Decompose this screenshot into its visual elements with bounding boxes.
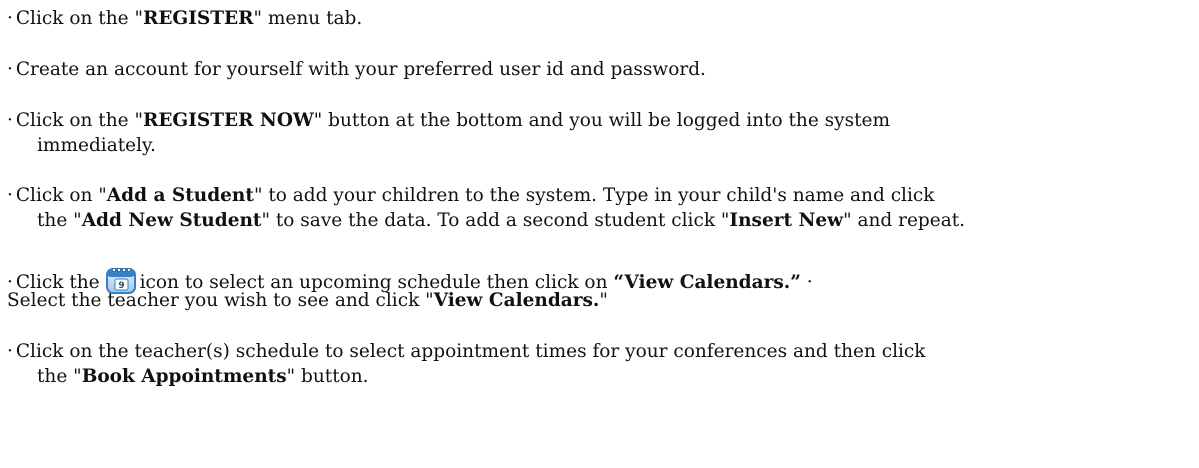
instructions-document: · Click on the "REGISTER" menu tab. · Crea… xyxy=(0,0,1199,468)
bullet: · xyxy=(7,59,13,80)
bullet: · xyxy=(7,110,13,131)
stray-bullet: · xyxy=(806,272,813,293)
step-register-now: · Click on the "REGISTER NOW" button at t… xyxy=(7,110,891,131)
bullet: · xyxy=(7,185,13,206)
step-register-tab: · Click on the "REGISTER" menu tab. xyxy=(7,8,363,29)
bullet: · xyxy=(7,8,13,29)
step-add-student-continued: the "Add New Student" to save the data. … xyxy=(37,210,966,231)
step-add-student: · Click on "Add a Student" to add your ch… xyxy=(7,185,935,206)
step-book-appointments-continued: the "Book Appointments" button. xyxy=(37,366,369,387)
step-select-teacher: Select the teacher you wish to see and c… xyxy=(7,290,608,311)
step-book-appointments: · Click on the teacher(s) schedule to sel… xyxy=(7,341,926,362)
bullet: · xyxy=(7,341,13,362)
step-register-now-continued: immediately. xyxy=(37,135,156,156)
step-create-account: · Create an account for yourself with you… xyxy=(7,59,706,80)
